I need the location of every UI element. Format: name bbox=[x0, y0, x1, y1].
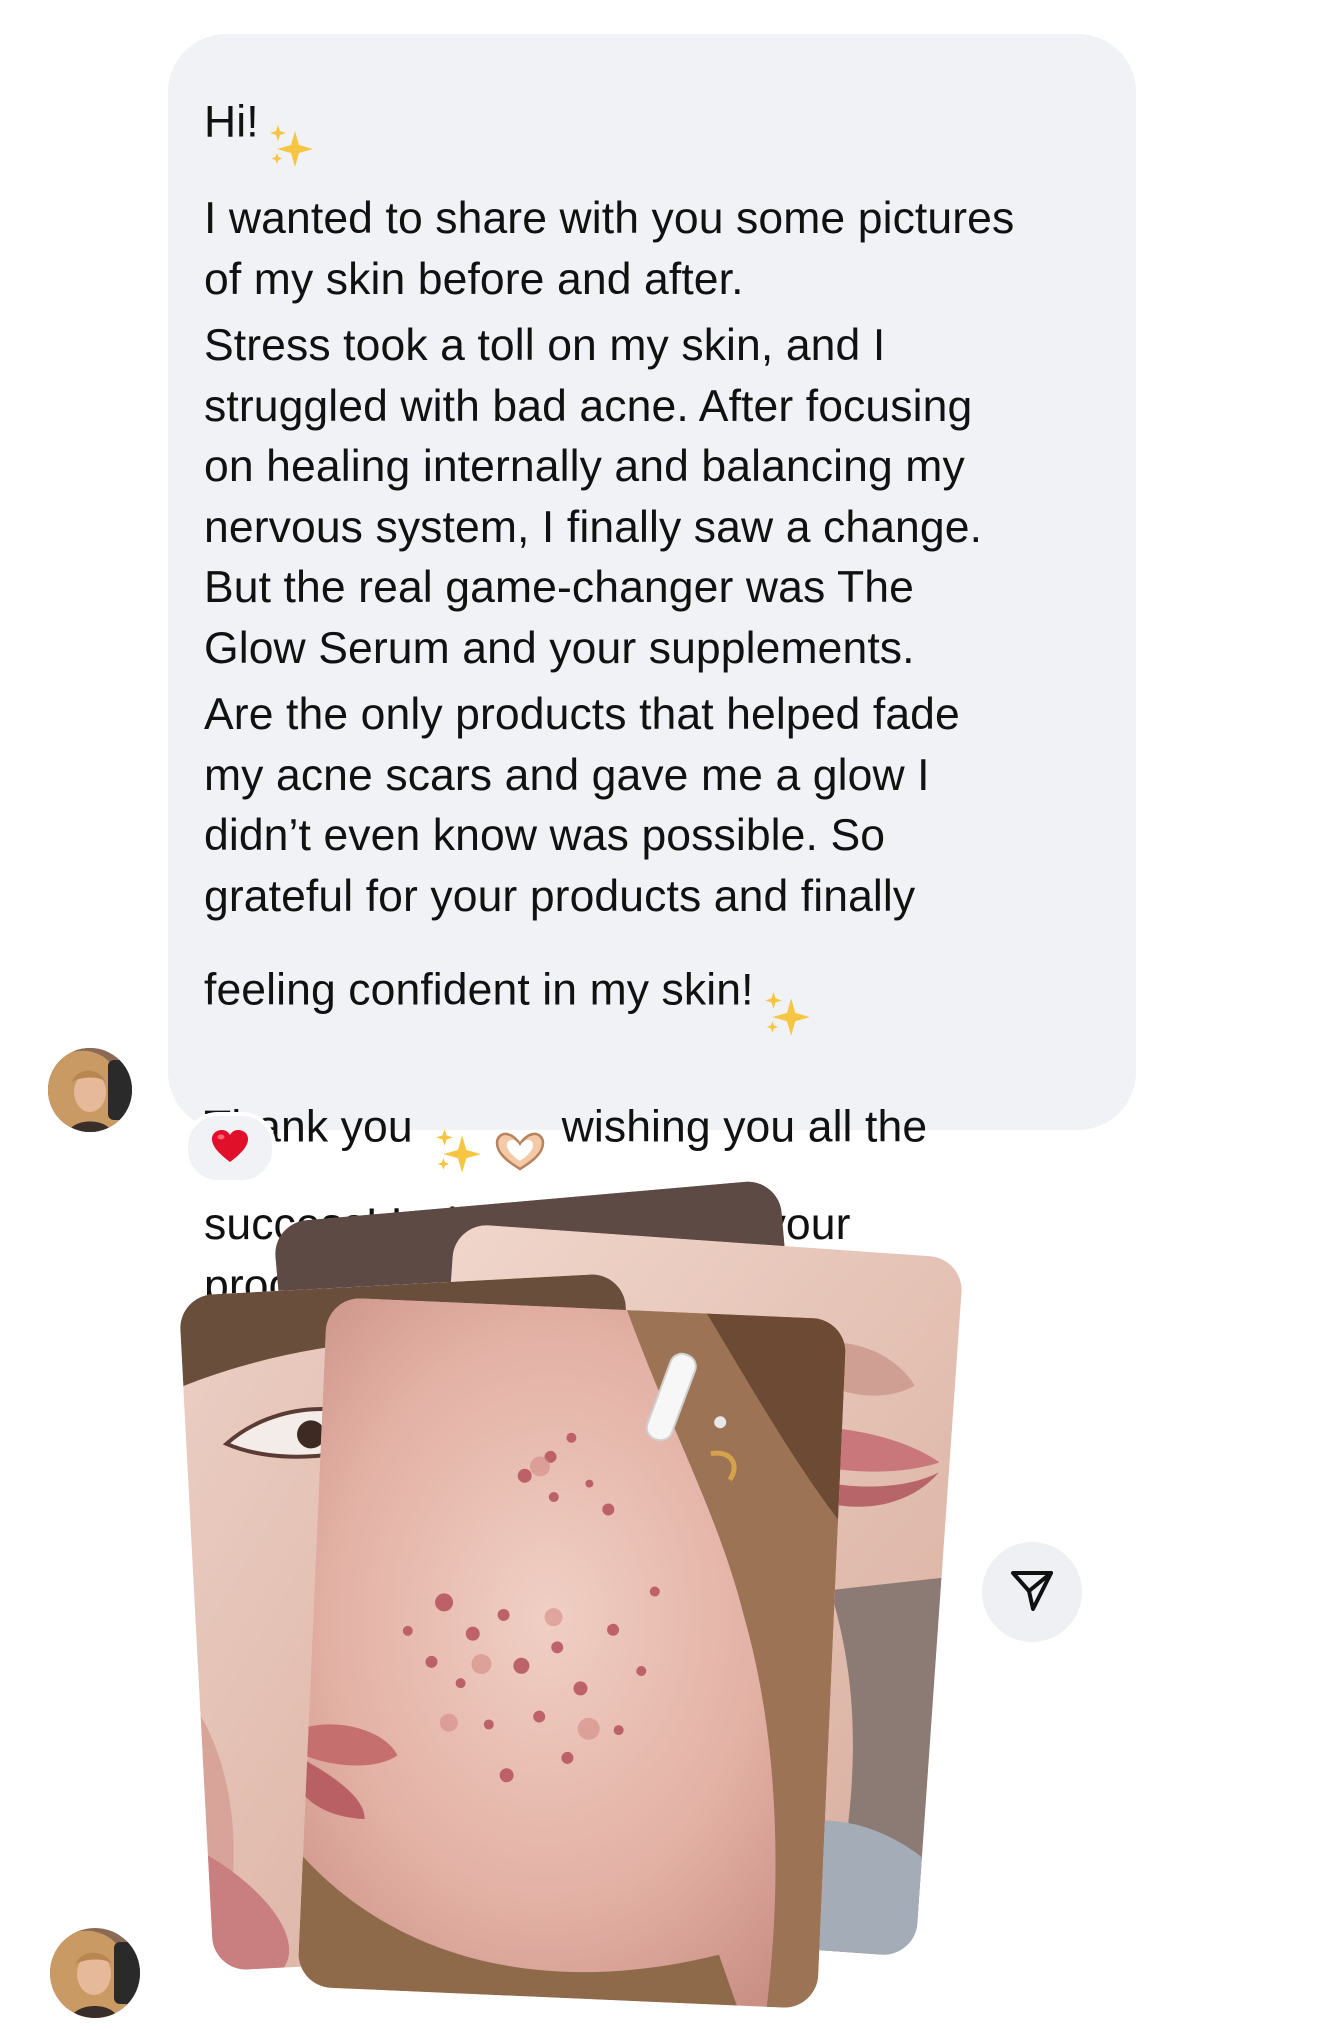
message-paragraph-4: Thank you wishing you all the success! I … bbox=[204, 1064, 1106, 1316]
message-bubble[interactable]: Hi! I wanted to share with you some pict… bbox=[168, 34, 1136, 1310]
heart-icon bbox=[210, 1128, 250, 1169]
sparkles-icon bbox=[265, 60, 317, 189]
heart-hands-icon bbox=[491, 1068, 549, 1191]
message-paragraph-3: Are the only products that helped fade m… bbox=[204, 685, 1106, 1058]
photo-card-left[interactable] bbox=[178, 1272, 660, 1972]
sender-avatar-photos[interactable] bbox=[50, 1928, 140, 2018]
sparkles-icon bbox=[431, 1064, 485, 1195]
sparkles-icon bbox=[760, 927, 814, 1058]
share-button[interactable] bbox=[982, 1542, 1082, 1642]
sender-avatar[interactable] bbox=[48, 1048, 132, 1132]
message-paragraph-text: success! I will definitely use your prod… bbox=[204, 1200, 851, 1310]
reaction-badge[interactable] bbox=[184, 1112, 276, 1184]
paper-plane-icon bbox=[1009, 1567, 1055, 1618]
photo-card-front[interactable] bbox=[297, 1296, 847, 2010]
message-paragraph-text: Are the only products that helped fade m… bbox=[204, 690, 960, 1015]
message-greeting-line: Hi! bbox=[204, 60, 1106, 189]
message-paragraph: I wanted to share with you some pictures… bbox=[204, 194, 1015, 304]
message-paragraph: Stress took a toll on my skin, and I str… bbox=[204, 321, 983, 673]
message-greeting: Hi! bbox=[204, 97, 259, 147]
photo-card-right[interactable] bbox=[406, 1223, 964, 1957]
thanks-rest-text: wishing you all the bbox=[561, 1102, 928, 1152]
